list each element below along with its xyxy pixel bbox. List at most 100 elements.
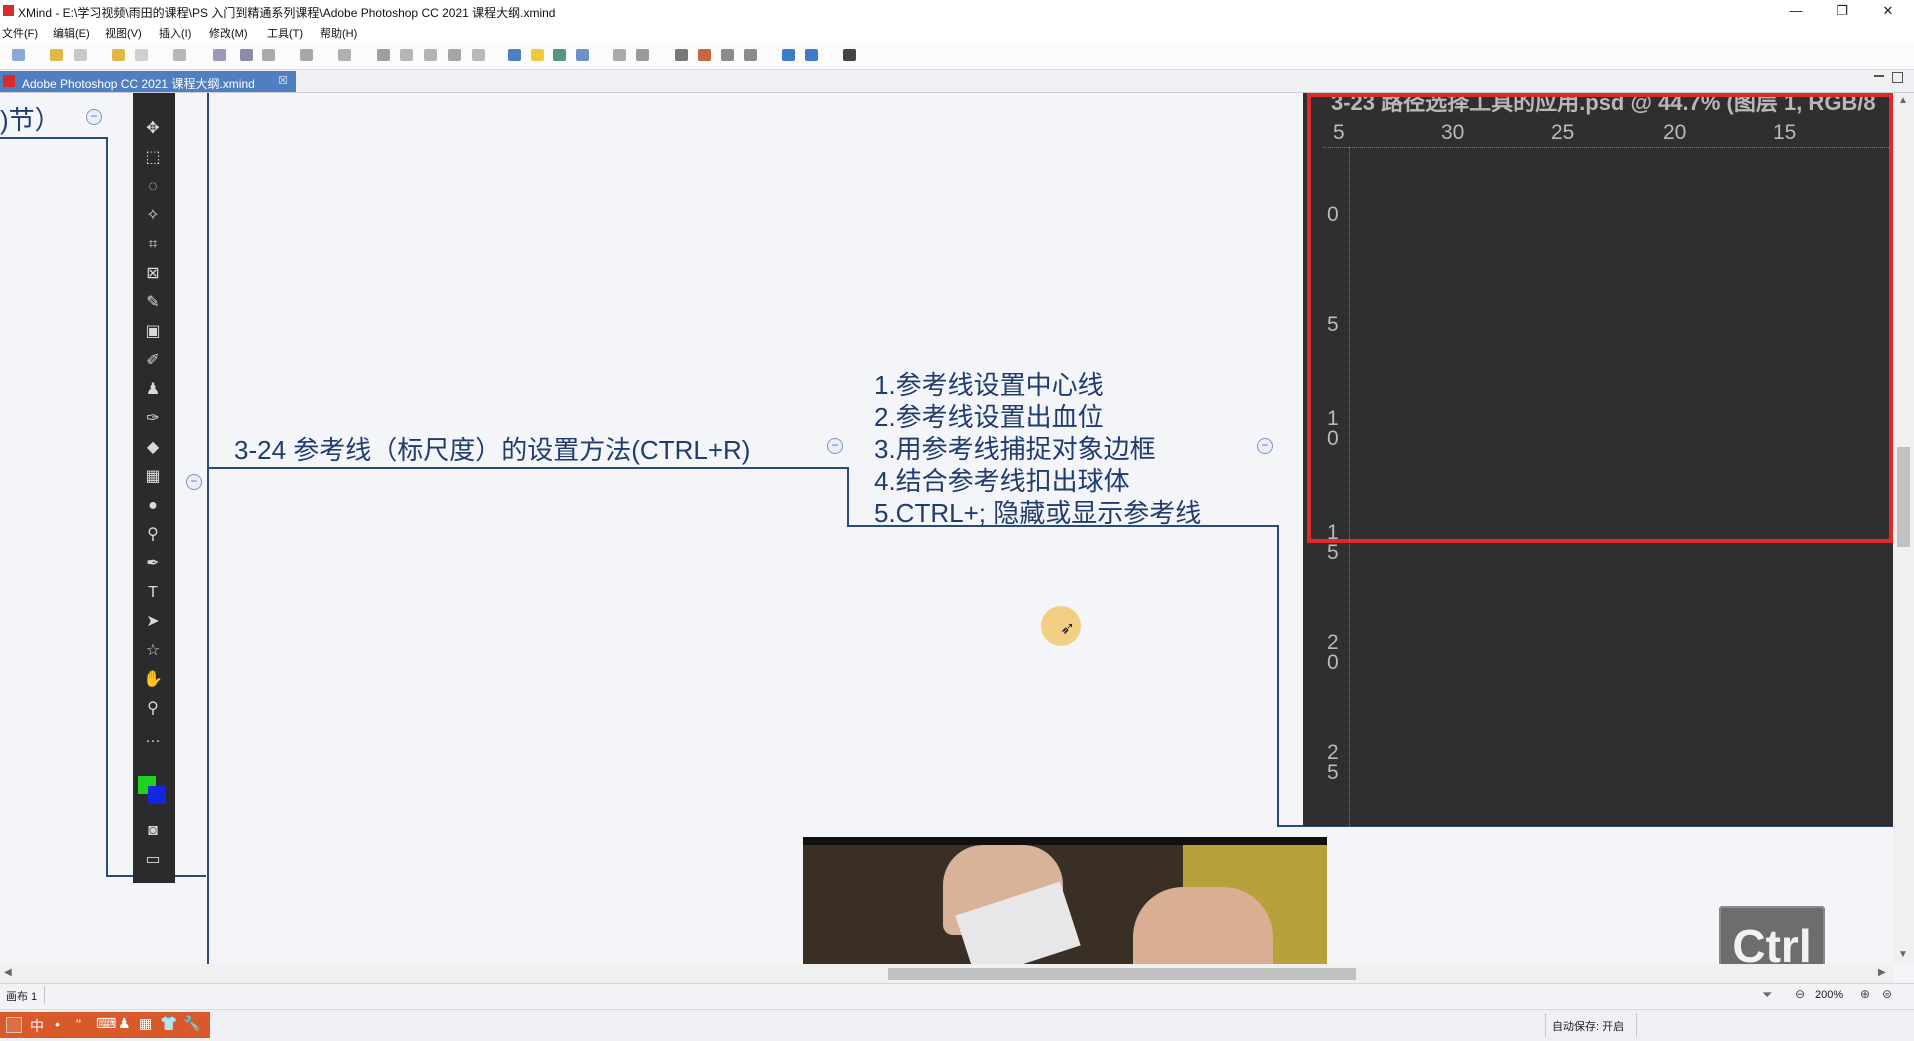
topic-partial[interactable]: )节） bbox=[0, 100, 61, 137]
minimize-view-icon[interactable] bbox=[1874, 75, 1884, 77]
xmind-file-icon bbox=[3, 75, 15, 87]
marquee-tool-icon: ⬚ bbox=[145, 149, 161, 166]
main-topic[interactable]: 3-24 参考线（标尺度）的设置方法(CTRL+R) bbox=[234, 430, 750, 467]
move-tool-icon: ✥ bbox=[146, 120, 160, 137]
label-icon[interactable] bbox=[472, 49, 485, 61]
boundary-icon[interactable] bbox=[240, 49, 253, 61]
zoom-in-icon[interactable]: ⊕ bbox=[1860, 987, 1870, 1001]
note-icon[interactable] bbox=[424, 49, 437, 61]
scroll-up-icon[interactable]: ▲ bbox=[1898, 95, 1908, 106]
ime-skin-icon[interactable]: 👕 bbox=[160, 1015, 177, 1032]
divider bbox=[1636, 1013, 1637, 1037]
fit-icon[interactable]: ⊜ bbox=[1882, 987, 1892, 1001]
relationship-icon[interactable] bbox=[262, 49, 275, 61]
screen-mode-icon: ▭ bbox=[145, 851, 161, 868]
image-icon[interactable] bbox=[338, 49, 351, 61]
ruler-label: 0 bbox=[1327, 203, 1339, 226]
style-icon[interactable] bbox=[636, 49, 649, 61]
save-icon[interactable] bbox=[74, 49, 87, 61]
ruler-label: 2 0 bbox=[1327, 631, 1339, 674]
gradient-tool-icon: ▦ bbox=[145, 468, 161, 485]
topic-icon[interactable] bbox=[173, 49, 186, 61]
menu-help[interactable]: 帮助(H) bbox=[320, 25, 357, 41]
ruler-label: 2 5 bbox=[1327, 741, 1339, 784]
maximize-view-icon[interactable] bbox=[1892, 72, 1903, 83]
idea-icon[interactable] bbox=[531, 49, 544, 61]
dodge-tool-icon: ⚲ bbox=[147, 526, 159, 543]
type-tool-icon: T bbox=[148, 584, 158, 601]
ime-user-icon[interactable]: ♟ bbox=[118, 1015, 131, 1032]
ime-tools-icon[interactable]: 🔧 bbox=[183, 1015, 200, 1032]
subtopic-item[interactable]: 5.CTRL+; 隐藏或显示参考线 bbox=[874, 493, 1201, 530]
ps-document-view: 3-23 路径选择工具的应用.psd @ 44.7% (图层 1, RGB/8 … bbox=[1303, 93, 1893, 827]
ruler-label: 5 bbox=[1327, 313, 1339, 336]
scroll-left-icon[interactable]: ◀ bbox=[4, 967, 12, 978]
zoom-fit-icon[interactable] bbox=[744, 49, 757, 61]
mindmap-canvas[interactable]: )节） − ✥ ⬚ ◌ ✧ ⌗ ⊠ ✎ ▣ ✐ ♟ ✑ ◆ ▦ ● ⚲ ✒ T … bbox=[0, 93, 1893, 964]
filter-icon[interactable]: ⏷ bbox=[1762, 987, 1772, 1003]
filter-icon[interactable] bbox=[553, 49, 566, 61]
open-icon[interactable] bbox=[50, 49, 63, 61]
healing-brush-icon: ▣ bbox=[145, 323, 161, 340]
minimize-button[interactable]: — bbox=[1776, 0, 1816, 23]
menu-insert[interactable]: 插入(I) bbox=[159, 25, 191, 41]
sheet-tab[interactable]: 画布 1 bbox=[6, 988, 37, 1004]
connector-line bbox=[847, 467, 849, 527]
tab-document[interactable]: Adobe Photoshop CC 2021 课程大纲.xmind ☒ bbox=[0, 71, 296, 92]
title-bar: XMind - E:\学习视频\雨田的课程\PS 入门到精通系列课程\Adobe… bbox=[0, 0, 1914, 23]
marker-icon[interactable] bbox=[448, 49, 461, 61]
autosave-status: 自动保存: 开启 bbox=[1552, 1021, 1625, 1033]
gantt-icon[interactable] bbox=[698, 49, 711, 61]
tab-close-icon[interactable]: ☒ bbox=[278, 74, 288, 87]
ime-chinese-toggle[interactable]: 中 bbox=[30, 1016, 44, 1036]
toolbar bbox=[0, 42, 1914, 70]
scroll-thumb[interactable] bbox=[1897, 447, 1910, 547]
share-icon[interactable] bbox=[805, 49, 818, 61]
presentation-icon[interactable] bbox=[300, 49, 313, 61]
divider bbox=[1545, 1013, 1546, 1037]
redo-icon[interactable] bbox=[135, 49, 148, 61]
scroll-down-icon[interactable]: ▼ bbox=[1898, 949, 1908, 960]
subtopic-icon[interactable] bbox=[213, 49, 226, 61]
scroll-right-icon[interactable]: ▶ bbox=[1878, 967, 1886, 978]
collapse-button[interactable]: − bbox=[186, 474, 202, 490]
menu-edit[interactable]: 编辑(E) bbox=[53, 25, 90, 41]
brush-tool-icon: ✐ bbox=[146, 352, 160, 369]
format-icon[interactable] bbox=[613, 49, 626, 61]
collapse-button[interactable]: − bbox=[827, 438, 843, 454]
menu-file[interactable]: 文件(F) bbox=[2, 25, 38, 41]
outline-icon[interactable] bbox=[508, 49, 521, 61]
attachment-icon[interactable] bbox=[377, 49, 390, 61]
vertical-scrollbar[interactable]: ▲ ▼ bbox=[1893, 93, 1914, 964]
horizontal-ruler: 5 30 25 20 15 bbox=[1323, 121, 1889, 148]
ime-grid-icon[interactable]: ▦ bbox=[139, 1015, 152, 1032]
close-button[interactable]: ✕ bbox=[1868, 0, 1908, 23]
collapse-button[interactable]: − bbox=[86, 109, 102, 125]
zoom-out-icon[interactable]: ⊖ bbox=[1795, 987, 1805, 1001]
menu-tools[interactable]: 工具(T) bbox=[267, 25, 303, 41]
layout-icon[interactable] bbox=[675, 49, 688, 61]
background-color-swatch bbox=[148, 786, 166, 804]
status-bar: 画布 1 ⏷ ⊖ 200% ⊕ ⊜ bbox=[0, 983, 1914, 1007]
ps-toolbox: ✥ ⬚ ◌ ✧ ⌗ ⊠ ✎ ▣ ✐ ♟ ✑ ◆ ▦ ● ⚲ ✒ T ➤ ☆ ✋ … bbox=[133, 93, 175, 883]
scroll-thumb[interactable] bbox=[888, 968, 1356, 980]
ime-keyboard-icon[interactable]: ⌨ bbox=[96, 1015, 116, 1032]
ime-punct-icon[interactable]: • bbox=[55, 1016, 60, 1032]
summary-icon[interactable] bbox=[400, 49, 413, 61]
clock-icon[interactable] bbox=[721, 49, 734, 61]
editor-tab-bar: Adobe Photoshop CC 2021 课程大纲.xmind ☒ bbox=[0, 70, 1914, 93]
video-top-edge bbox=[803, 837, 1327, 845]
settings-gear-icon[interactable] bbox=[843, 49, 856, 61]
sync-icon[interactable] bbox=[576, 49, 589, 61]
new-icon[interactable] bbox=[12, 49, 25, 61]
horizontal-scrollbar[interactable]: ◀ ▶ bbox=[0, 964, 1893, 983]
webcam-video-overlay bbox=[803, 837, 1327, 964]
undo-icon[interactable] bbox=[112, 49, 125, 61]
restore-button[interactable]: ❐ bbox=[1822, 0, 1862, 23]
ime-quote-icon[interactable]: " bbox=[76, 1016, 81, 1032]
menu-modify[interactable]: 修改(M) bbox=[209, 25, 248, 41]
upload-icon[interactable] bbox=[782, 49, 795, 61]
collapse-button[interactable]: − bbox=[1257, 438, 1273, 454]
ime-logo-icon[interactable] bbox=[6, 1017, 22, 1033]
menu-view[interactable]: 视图(V) bbox=[105, 25, 142, 41]
